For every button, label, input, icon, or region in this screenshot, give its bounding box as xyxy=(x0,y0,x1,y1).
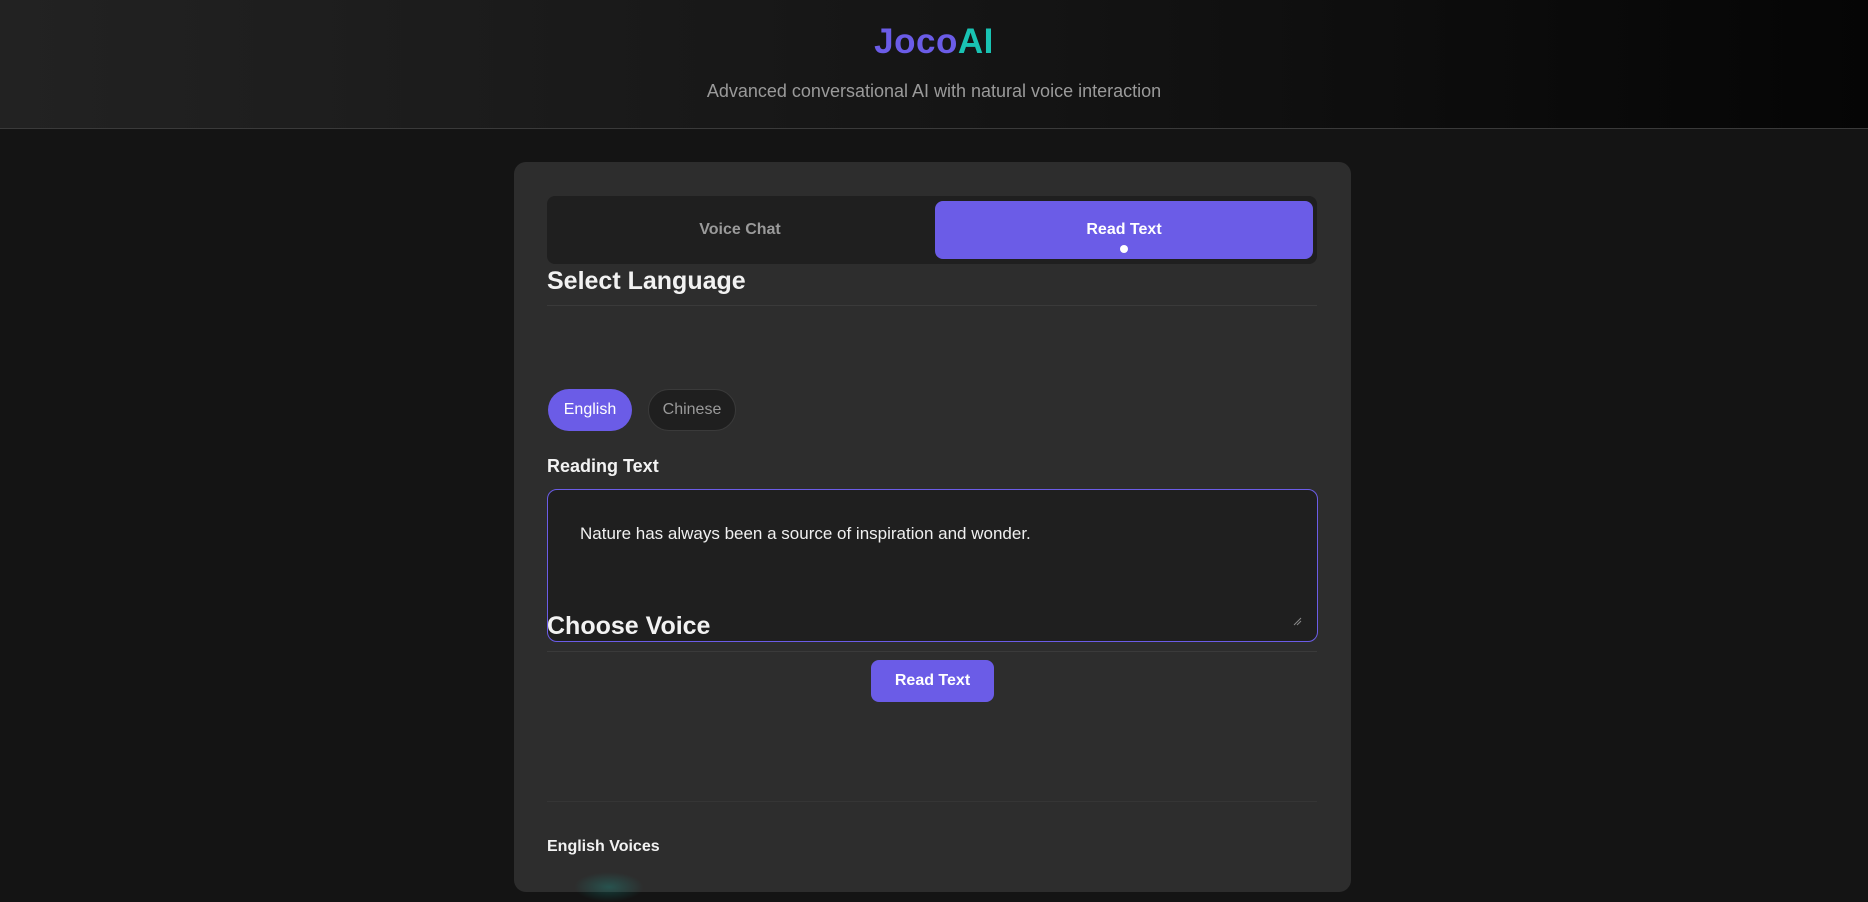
logo-text-joco: Joco xyxy=(874,22,958,61)
select-language-title: Select Language xyxy=(547,267,746,295)
voice-divider-secondary xyxy=(547,801,1317,802)
choose-voice-title: Choose Voice xyxy=(547,612,711,640)
language-option-chinese-label: Chinese xyxy=(662,401,722,418)
read-text-button[interactable]: Read Text xyxy=(871,660,994,702)
main-card: Voice Chat Read Text Select Language Eng… xyxy=(514,162,1351,902)
language-option-chinese[interactable]: Chinese xyxy=(648,389,736,431)
language-option-english[interactable]: English xyxy=(548,389,632,431)
tab-read-text[interactable]: Read Text xyxy=(935,201,1313,259)
language-divider xyxy=(547,305,1317,306)
app-tagline: Advanced conversational AI with natural … xyxy=(706,81,1162,101)
app-header: JocoAI Advanced conversational AI with n… xyxy=(0,0,1868,129)
voice-avatar-glow xyxy=(574,872,644,902)
tab-voice-chat[interactable]: Voice Chat xyxy=(551,201,929,259)
tab-read-text-label: Read Text xyxy=(1086,221,1162,238)
tab-voice-chat-label: Voice Chat xyxy=(699,221,781,238)
mode-tabs: Voice Chat Read Text xyxy=(547,196,1317,264)
logo-text-ai: AI xyxy=(957,22,994,61)
voice-divider xyxy=(547,651,1317,652)
resize-grip-icon[interactable] xyxy=(1292,616,1302,626)
app-logo: JocoAI xyxy=(0,22,1868,62)
english-voices-label: English Voices xyxy=(547,838,660,855)
reading-text-label: Reading Text xyxy=(547,456,659,476)
active-tab-indicator xyxy=(1120,245,1128,253)
language-option-english-label: English xyxy=(563,401,617,418)
